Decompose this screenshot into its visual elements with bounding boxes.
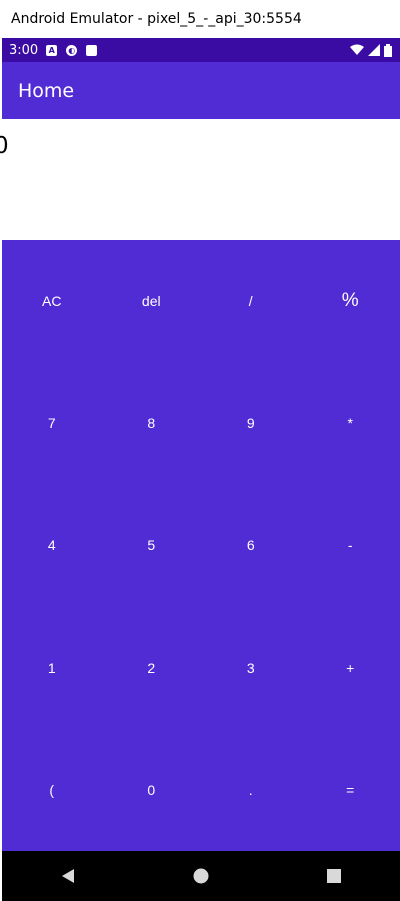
digit-6-button[interactable]: 6 bbox=[201, 484, 301, 606]
emulator-titlebar[interactable]: Android Emulator - pixel_5_-_api_30:5554 bbox=[0, 0, 400, 38]
signal-icon bbox=[368, 44, 380, 56]
multiply-button[interactable]: * bbox=[301, 362, 400, 484]
battery-icon bbox=[384, 43, 392, 57]
page-title: Home bbox=[18, 79, 75, 102]
decimal-button[interactable]: . bbox=[201, 729, 301, 851]
home-icon[interactable] bbox=[181, 856, 221, 896]
calculator-display: 0 bbox=[0, 119, 400, 240]
digit-0-button[interactable]: 0 bbox=[102, 729, 202, 851]
emulator-window: Android Emulator - pixel_5_-_api_30:5554… bbox=[0, 0, 400, 901]
digit-8-button[interactable]: 8 bbox=[102, 362, 202, 484]
display-value: 0 bbox=[0, 133, 9, 159]
device-screen: 3:00 A ◐ Home 0 AC del / % 7 8 9 * 4 5 6… bbox=[0, 38, 400, 901]
digit-4-button[interactable]: 4 bbox=[2, 484, 102, 606]
a-icon: A bbox=[46, 44, 58, 56]
status-right-icons bbox=[350, 43, 392, 57]
equals-button[interactable]: = bbox=[301, 729, 400, 851]
wifi-icon bbox=[350, 44, 364, 55]
digit-2-button[interactable]: 2 bbox=[102, 607, 202, 729]
clear-button[interactable]: AC bbox=[2, 240, 102, 362]
delete-button[interactable]: del bbox=[102, 240, 202, 362]
digit-9-button[interactable]: 9 bbox=[201, 362, 301, 484]
navigation-bar bbox=[2, 851, 400, 901]
back-icon[interactable] bbox=[48, 856, 88, 896]
app-icon: ◐ bbox=[66, 44, 78, 56]
status-time: 3:00 bbox=[9, 42, 39, 58]
subtract-button[interactable]: - bbox=[301, 484, 400, 606]
digit-1-button[interactable]: 1 bbox=[2, 607, 102, 729]
divide-button[interactable]: / bbox=[201, 240, 301, 362]
add-button[interactable]: + bbox=[301, 607, 400, 729]
keypad: AC del / % 7 8 9 * 4 5 6 - 1 2 3 + ( 0 .… bbox=[2, 240, 400, 851]
window-title: Android Emulator - pixel_5_-_api_30:5554 bbox=[11, 11, 302, 27]
digit-3-button[interactable]: 3 bbox=[201, 607, 301, 729]
percent-button[interactable]: % bbox=[301, 240, 400, 362]
recents-icon[interactable] bbox=[314, 856, 354, 896]
digit-7-button[interactable]: 7 bbox=[2, 362, 102, 484]
open-paren-button[interactable]: ( bbox=[2, 729, 102, 851]
status-bar: 3:00 A ◐ bbox=[2, 38, 400, 62]
digit-5-button[interactable]: 5 bbox=[102, 484, 202, 606]
app-bar: Home bbox=[2, 62, 400, 119]
sd-card-icon bbox=[86, 44, 98, 56]
